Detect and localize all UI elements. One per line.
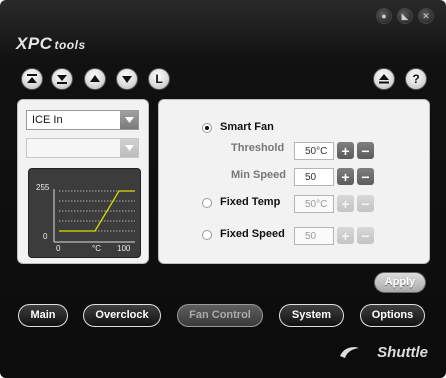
apply-button[interactable]: Apply — [374, 272, 426, 293]
move-down-button[interactable] — [116, 68, 138, 90]
xpc-tools-logo: XPC tools — [16, 34, 86, 54]
move-to-bottom-button[interactable] — [51, 68, 73, 90]
graph-y-max: 255 — [36, 183, 50, 192]
close-window-icon[interactable]: ✕ — [418, 8, 434, 24]
sensor-select[interactable]: ICE In — [26, 110, 139, 130]
tab-fan-control[interactable]: Fan Control — [177, 304, 263, 327]
chevron-down-icon — [120, 111, 138, 129]
smart-fan-radio[interactable] — [202, 123, 212, 133]
brand-name: Shuttle — [377, 344, 428, 361]
eject-button[interactable] — [373, 68, 395, 90]
graph-x-max: 100 — [117, 244, 131, 253]
move-up-button[interactable] — [84, 68, 106, 90]
tab-overclock[interactable]: Overclock — [83, 304, 161, 327]
app-window: XPC tools ● ◣ ✕ L ? ICE In 255 0 0 °C 10… — [0, 0, 446, 378]
chevron-down-icon — [120, 139, 138, 157]
fixed-speed-decrease-button[interactable]: − — [357, 227, 374, 244]
threshold-decrease-button[interactable]: − — [357, 142, 374, 159]
graph-x-min: 0 — [56, 244, 61, 253]
load-button[interactable]: L — [148, 68, 170, 90]
eject-icon — [379, 74, 389, 84]
graph-x-unit: °C — [92, 244, 101, 253]
fixed-speed-field[interactable]: 50 — [294, 227, 334, 245]
smart-fan-label: Smart Fan — [220, 121, 274, 133]
graph-gridlines — [59, 190, 135, 232]
graph-y-min: 0 — [43, 232, 48, 241]
logo-suffix: tools — [54, 38, 86, 52]
help-button[interactable]: ? — [405, 68, 427, 90]
fixed-speed-radio[interactable] — [202, 230, 212, 240]
fixed-speed-increase-button[interactable]: + — [337, 227, 354, 244]
shuttle-logo-icon — [340, 347, 359, 358]
move-to-top-button[interactable] — [21, 68, 43, 90]
fan-settings-panel: Smart Fan Threshold 50°C + − Min Speed 5… — [158, 99, 430, 264]
threshold-increase-button[interactable]: + — [337, 142, 354, 159]
fixed-temp-field[interactable]: 50°C — [294, 195, 334, 213]
min-speed-decrease-button[interactable]: − — [357, 168, 374, 185]
settings-window-icon[interactable]: ● — [376, 8, 392, 24]
arrow-up-icon — [90, 75, 100, 82]
min-speed-label: Min Speed — [231, 169, 287, 181]
logo-prefix: XPC — [16, 34, 53, 53]
threshold-field[interactable]: 50°C — [294, 142, 334, 160]
min-speed-increase-button[interactable]: + — [337, 168, 354, 185]
move-to-bottom-icon — [57, 75, 67, 84]
load-label: L — [155, 72, 163, 86]
help-icon: ? — [412, 72, 420, 86]
fan-curve-graph: 255 0 0 °C 100 — [28, 168, 141, 258]
minimize-window-icon[interactable]: ◣ — [397, 8, 413, 24]
fixed-temp-radio[interactable] — [202, 198, 212, 208]
tab-main[interactable]: Main — [18, 304, 68, 327]
move-to-top-icon — [27, 74, 37, 83]
fixed-temp-decrease-button[interactable]: − — [357, 195, 374, 212]
fan-curve-line — [59, 190, 135, 232]
fixed-temp-label: Fixed Temp — [220, 196, 281, 208]
arrow-down-icon — [122, 76, 132, 83]
tab-system[interactable]: System — [279, 304, 344, 327]
threshold-label: Threshold — [231, 142, 285, 154]
min-speed-field[interactable]: 50 — [294, 168, 334, 186]
fixed-speed-label: Fixed Speed — [220, 228, 285, 240]
tab-options[interactable]: Options — [360, 304, 425, 327]
sensor-select-value: ICE In — [32, 114, 63, 126]
fixed-temp-increase-button[interactable]: + — [337, 195, 354, 212]
secondary-select[interactable] — [26, 138, 139, 158]
sensor-panel: ICE In 255 0 0 °C 100 — [17, 99, 149, 264]
